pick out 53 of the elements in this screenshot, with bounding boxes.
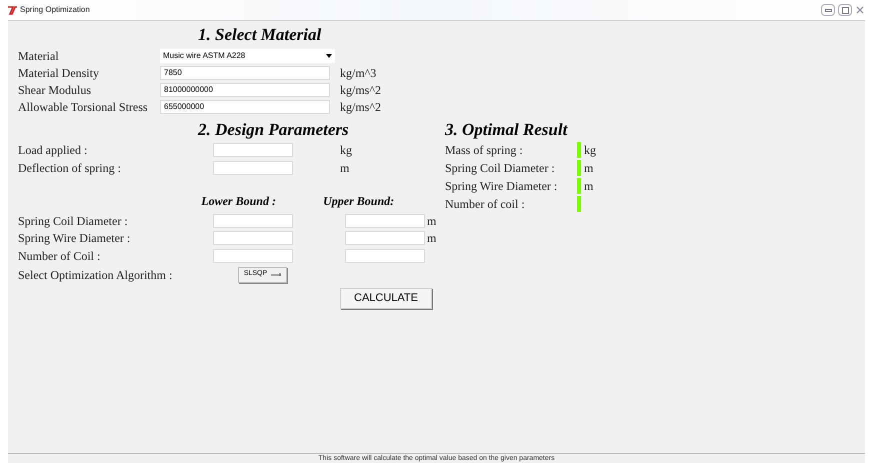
maximize-button[interactable]: [838, 4, 852, 16]
result-label: Number of coil :: [445, 196, 526, 213]
app-icon: [8, 6, 17, 14]
input-field[interactable]: [213, 143, 293, 157]
unit-label: kg/ms^2: [340, 82, 381, 98]
calculate-button[interactable]: CALCULATE: [340, 288, 432, 308]
result-indicator: [577, 178, 581, 194]
unit-label: kg/ms^2: [340, 98, 381, 116]
field-label: Deflection of spring :: [18, 160, 122, 177]
lower-bound-field[interactable]: [213, 231, 293, 246]
minimize-button[interactable]: [821, 4, 835, 16]
field-label: Load applied :: [18, 142, 88, 159]
column-header: Upper Bound:: [323, 193, 396, 210]
input-field[interactable]: [213, 161, 293, 175]
section-heading: 3. Optimal Result: [445, 119, 569, 141]
upper-bound-field[interactable]: [345, 231, 425, 246]
close-button[interactable]: [855, 4, 865, 16]
section-heading: 1. Select Material: [198, 24, 322, 46]
field-label: Number of Coil :: [18, 248, 102, 265]
unit-label: m: [427, 212, 436, 230]
result-label: Spring Coil Diameter :: [445, 160, 556, 177]
material-dropdown[interactable]: Music wire ASTM A228: [160, 48, 335, 62]
result-indicator: [577, 160, 581, 176]
unit-label: m: [584, 178, 594, 195]
input-field[interactable]: 7850: [160, 66, 330, 80]
section-heading: 2. Design Parameters: [198, 119, 350, 141]
unit-label: kg: [584, 142, 596, 159]
unit-label: m: [340, 160, 350, 177]
unit-label: kg: [340, 142, 352, 159]
window-title: Spring Optimization: [20, 4, 90, 16]
input-field[interactable]: 655000000: [160, 100, 330, 114]
option-menu-indicator-icon: [271, 273, 282, 276]
result-label: Spring Wire Diameter :: [445, 178, 558, 195]
field-label: Select Optimization Algorithm :: [18, 266, 174, 284]
column-header: Lower Bound :: [201, 193, 277, 210]
lower-bound-field[interactable]: [213, 214, 293, 228]
unit-label: m: [427, 230, 436, 248]
field-label: Shear Modulus: [18, 82, 92, 98]
input-field[interactable]: 81000000000: [160, 82, 330, 96]
upper-bound-field[interactable]: [345, 248, 425, 263]
result-indicator: [577, 196, 581, 212]
result-indicator: [577, 142, 581, 158]
upper-bound-field[interactable]: [345, 214, 425, 228]
field-label: Allowable Torsional Stress: [18, 98, 149, 116]
lower-bound-field[interactable]: [213, 248, 293, 263]
unit-label: m: [584, 160, 594, 177]
unit-label: kg/m^3: [340, 64, 376, 82]
result-label: Mass of spring :: [445, 142, 524, 159]
dropdown-arrow-icon: [326, 54, 332, 58]
field-label: Spring Wire Diameter :: [18, 230, 132, 248]
field-label: Spring Coil Diameter :: [18, 212, 129, 230]
field-label: Material Density: [18, 64, 100, 82]
field-label: Material: [18, 48, 60, 64]
